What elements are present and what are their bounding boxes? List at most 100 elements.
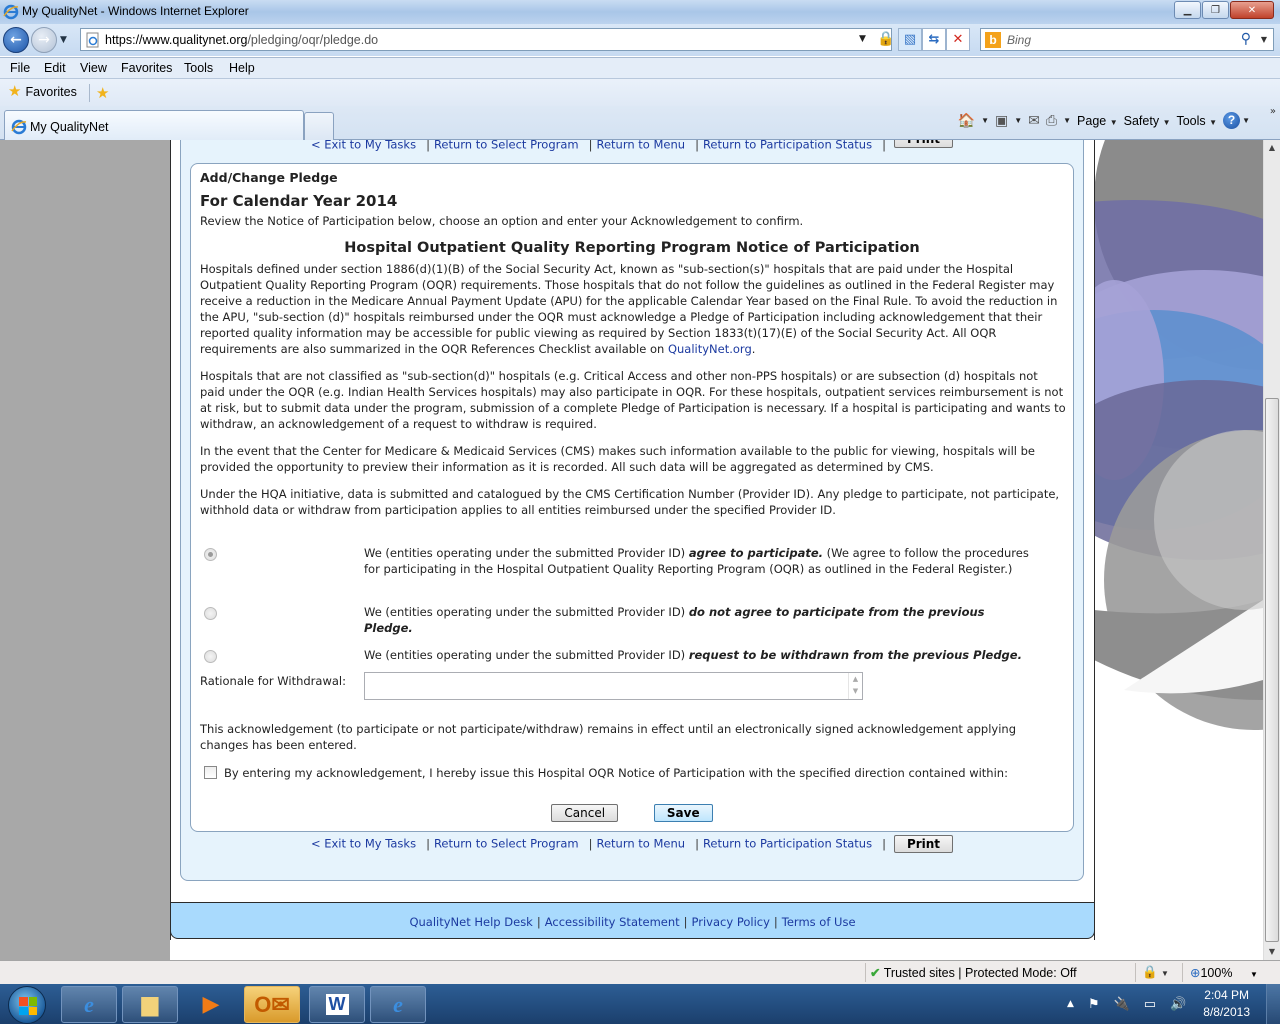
search-box[interactable]: b Bing ⚲ ▼	[980, 28, 1274, 51]
scrollbar-thumb[interactable]	[1265, 398, 1279, 942]
media-player-icon: ▶	[202, 992, 220, 1017]
status-bar: ✔ Trusted sites | Protected Mode: Off 🔒 …	[0, 960, 1280, 984]
action-center-flag-icon[interactable]: ⚑	[1088, 997, 1100, 1012]
taskbar-word[interactable]: W	[309, 986, 365, 1023]
safety-menu[interactable]: Safety ▼	[1124, 114, 1171, 128]
compatibility-view-button[interactable]: ▧	[898, 28, 922, 51]
help-desk-link[interactable]: QualityNet Help Desk	[409, 915, 532, 929]
textarea-scrollbar[interactable]: ▲ ▼	[848, 673, 862, 699]
help-menu[interactable]: ? ▼	[1223, 112, 1250, 129]
protected-mode-icon[interactable]: 🔒 ▼	[1142, 965, 1169, 980]
return-to-participation-status-link[interactable]: Return to Participation Status	[703, 140, 872, 152]
add-to-favorites-bar-icon[interactable]: ★	[96, 84, 109, 102]
acknowledgement-checkbox[interactable]	[204, 766, 217, 779]
bottom-navigation-links: < Exit to My Tasks | Return to Select Prog…	[181, 835, 1083, 853]
agree-to-participate-radio[interactable]	[204, 548, 217, 561]
exit-to-my-tasks-link[interactable]: < Exit to My Tasks	[311, 140, 416, 152]
lock-icon[interactable]: 🔒	[877, 31, 894, 47]
search-options-dropdown[interactable]: ▼	[1261, 35, 1267, 44]
taskbar-internet-explorer[interactable]: e	[61, 986, 117, 1023]
back-button[interactable]: ←	[3, 27, 29, 53]
read-mail-icon[interactable]: ✉	[1028, 112, 1040, 129]
exit-to-my-tasks-link[interactable]: < Exit to My Tasks	[311, 837, 416, 851]
home-dropdown[interactable]: ▼	[981, 116, 989, 125]
windows-logo-icon	[19, 997, 37, 1015]
feeds-dropdown[interactable]: ▼	[1014, 116, 1022, 125]
menu-view[interactable]: View	[80, 61, 107, 75]
print-button[interactable]: Print	[893, 835, 954, 853]
print-icon[interactable]: ⎙	[1046, 112, 1057, 129]
request-withdrawal-radio[interactable]	[204, 650, 217, 663]
minimize-button[interactable]: ▁	[1174, 1, 1201, 19]
volume-icon[interactable]: 🔊	[1170, 997, 1186, 1012]
return-to-select-program-link[interactable]: Return to Select Program	[434, 837, 579, 851]
decorative-background-art	[1094, 140, 1263, 960]
tab-my-qualitynet[interactable]: My QualityNet	[4, 110, 304, 140]
taskbar-media-player[interactable]: ▶	[183, 986, 239, 1023]
cancel-button[interactable]: Cancel	[551, 804, 619, 822]
show-hidden-icons-icon[interactable]: ▲	[1067, 999, 1074, 1009]
tools-menu[interactable]: Tools ▼	[1176, 114, 1217, 128]
page-viewport: < Exit to My Tasks | Return to Select Prog…	[0, 140, 1263, 960]
do-not-agree-radio[interactable]	[204, 607, 217, 620]
taskbar-windows-explorer[interactable]: ▆	[122, 986, 178, 1023]
terms-of-use-link[interactable]: Terms of Use	[782, 915, 856, 929]
stop-button[interactable]: ✕	[946, 28, 970, 51]
notice-paragraph-3: In the event that the Center for Medicar…	[200, 444, 1035, 474]
new-tab-button[interactable]	[304, 112, 334, 140]
forward-arrow-icon: →	[38, 32, 50, 48]
return-to-menu-link[interactable]: Return to Menu	[596, 140, 685, 152]
menu-help[interactable]: Help	[229, 61, 255, 75]
qualitynet-link[interactable]: QualityNet.org	[668, 342, 752, 356]
print-button[interactable]: Print	[893, 140, 954, 148]
forward-button[interactable]: →	[31, 27, 57, 53]
refresh-icon: ⇆	[928, 32, 940, 47]
return-to-menu-link[interactable]: Return to Menu	[596, 837, 685, 851]
menu-favorites[interactable]: Favorites	[121, 61, 172, 75]
restore-button[interactable]: ❐	[1202, 1, 1229, 19]
compatibility-view-icon: ▧	[903, 32, 917, 47]
taskbar-internet-explorer-2[interactable]: e	[370, 986, 426, 1023]
address-dropdown[interactable]: ▼	[859, 34, 866, 44]
start-button[interactable]	[8, 986, 46, 1024]
accessibility-statement-link[interactable]: Accessibility Statement	[545, 915, 680, 929]
return-to-select-program-link[interactable]: Return to Select Program	[434, 140, 579, 152]
close-window-button[interactable]: ✕	[1230, 1, 1274, 19]
menu-edit[interactable]: Edit	[44, 61, 66, 75]
feeds-icon[interactable]: ▣	[995, 112, 1008, 129]
page-menu[interactable]: Page ▼	[1077, 114, 1118, 128]
rationale-for-withdrawal-textarea[interactable]: ▲ ▼	[364, 672, 863, 700]
recent-pages-dropdown[interactable]: ▼	[60, 35, 67, 45]
clock[interactable]: 2:04 PM 8/8/2013	[1203, 987, 1250, 1021]
search-icon[interactable]: ⚲	[1241, 31, 1251, 47]
scroll-down-arrow-icon[interactable]: ▼	[1264, 944, 1280, 960]
network-icon[interactable]: ▭	[1144, 997, 1156, 1012]
menu-file[interactable]: File	[10, 61, 30, 75]
more-commands-icon[interactable]: »	[1270, 106, 1276, 117]
show-desktop-button[interactable]	[1266, 984, 1280, 1024]
notice-paragraph-1: Hospitals defined under section 1886(d)(…	[200, 262, 1058, 356]
vertical-scrollbar[interactable]: ▲ ▼	[1263, 140, 1280, 960]
help-icon: ?	[1223, 112, 1241, 129]
security-zone[interactable]: ✔ Trusted sites | Protected Mode: Off	[870, 965, 1077, 980]
home-icon[interactable]: 🏠	[958, 112, 975, 129]
do-not-agree-label: We (entities operating under the submitt…	[364, 605, 985, 635]
clock-date: 8/8/2013	[1203, 1005, 1250, 1019]
intro-text: Review the Notice of Participation below…	[200, 214, 804, 228]
power-plug-icon[interactable]: 🔌	[1114, 997, 1130, 1012]
zoom-level[interactable]: ⊕100% ▼	[1190, 965, 1258, 980]
address-bar[interactable]: https://www.qualitynet.org/pledging/oqr/…	[80, 28, 894, 51]
url-text[interactable]: https://www.qualitynet.org/pledging/oqr/…	[105, 33, 378, 47]
rationale-label: Rationale for Withdrawal:	[200, 674, 346, 688]
return-to-participation-status-link[interactable]: Return to Participation Status	[703, 837, 872, 851]
search-input[interactable]: Bing	[1007, 33, 1031, 47]
save-button[interactable]: Save	[653, 804, 713, 822]
favorites-button[interactable]: ★ Favorites	[8, 84, 77, 99]
privacy-policy-link[interactable]: Privacy Policy	[692, 915, 770, 929]
print-dropdown[interactable]: ▼	[1063, 116, 1071, 125]
taskbar-outlook[interactable]: O✉	[244, 986, 300, 1023]
window-title: My QualityNet - Windows Internet Explore…	[22, 4, 249, 18]
scroll-up-arrow-icon[interactable]: ▲	[1264, 140, 1280, 156]
refresh-button[interactable]: ⇆	[922, 28, 946, 51]
menu-tools[interactable]: Tools	[184, 61, 213, 75]
